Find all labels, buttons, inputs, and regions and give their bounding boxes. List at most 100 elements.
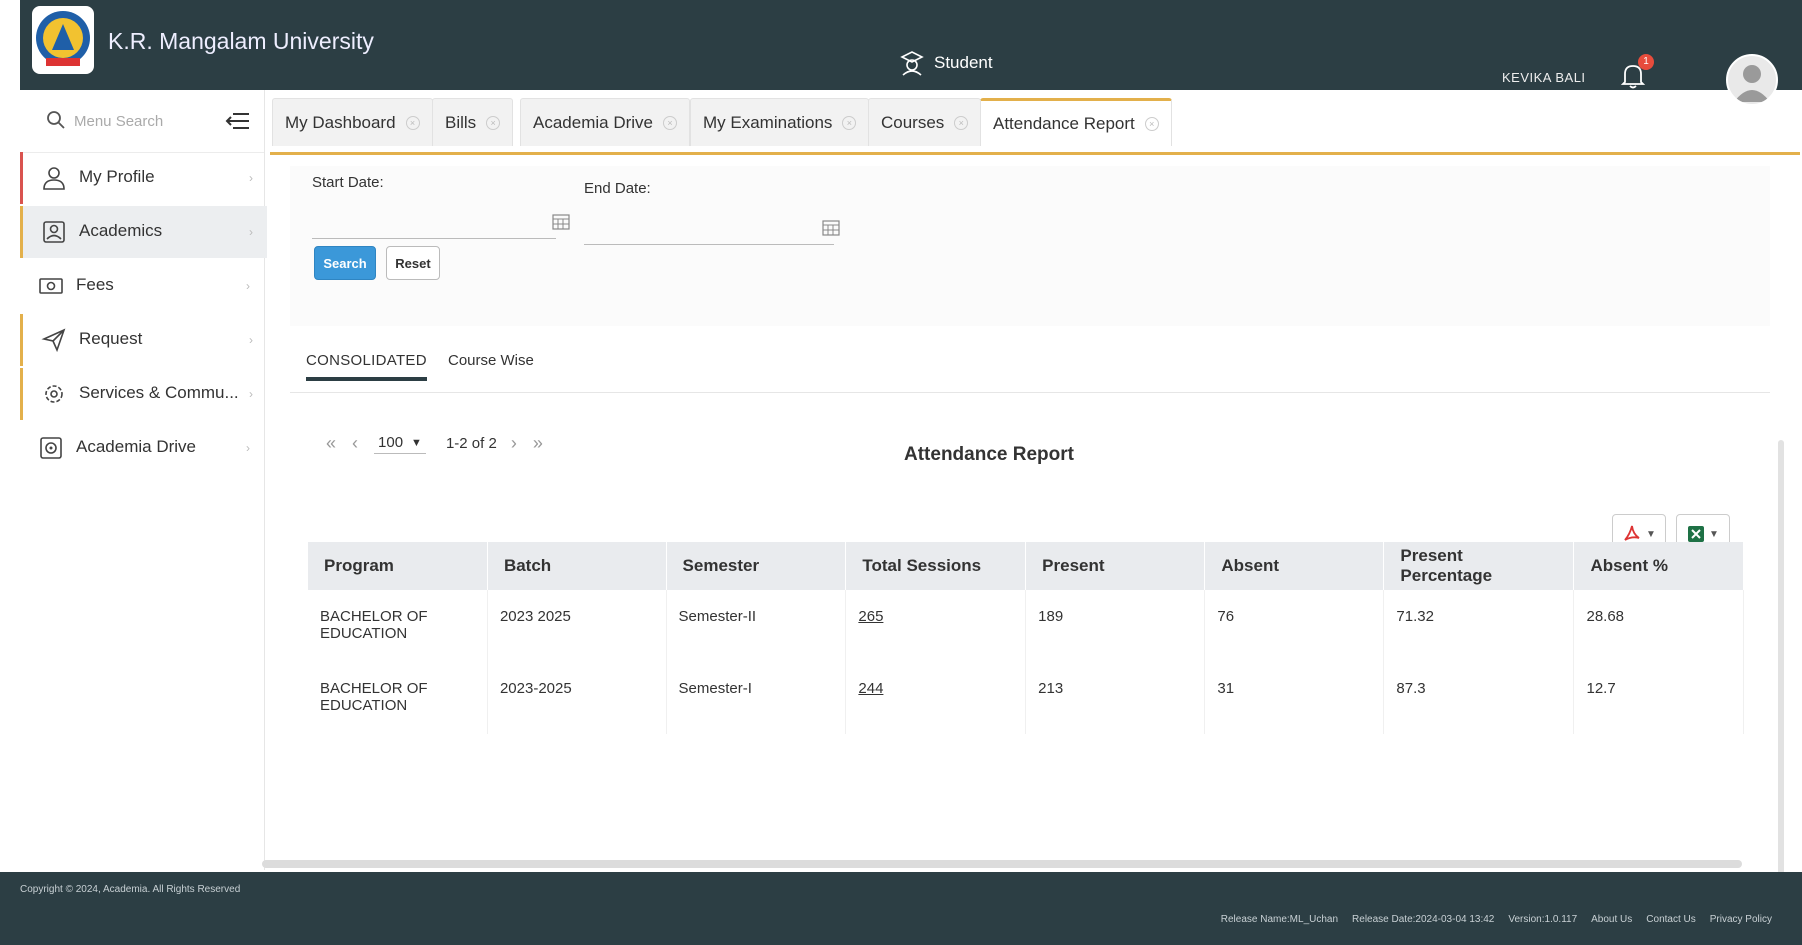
table-row: BACHELOR OF EDUCATION 2023 2025 Semester… xyxy=(308,590,1744,662)
sidebar-item-label: Fees xyxy=(76,275,114,294)
tab-label: My Examinations xyxy=(703,112,833,132)
search-button[interactable]: Search xyxy=(314,246,376,280)
start-date-input[interactable] xyxy=(312,206,556,239)
present-cell: 189 xyxy=(1025,590,1206,662)
page: K.R. Mangalam University Student KEVIKA … xyxy=(0,0,1802,945)
present-cell: 213 xyxy=(1025,662,1206,734)
batch-cell: 2023-2025 xyxy=(487,662,667,734)
tab-my-examinations[interactable]: My Examinations × xyxy=(690,98,870,146)
sidebar: My Profile › Academics › Fees › xyxy=(20,90,267,870)
sidebar-item-academics[interactable]: Academics › xyxy=(20,206,267,258)
program-cell: BACHELOR OF EDUCATION xyxy=(308,590,488,662)
chevron-right-icon: › xyxy=(249,225,253,239)
semester-cell: Semester-I xyxy=(666,662,847,734)
about-link[interactable]: About Us xyxy=(1591,914,1632,925)
total-sessions-link[interactable]: 265 xyxy=(858,608,883,625)
tab-label: Attendance Report xyxy=(993,113,1135,133)
contact-link[interactable]: Contact Us xyxy=(1646,914,1695,925)
tab-consolidated[interactable]: CONSOLIDATED xyxy=(306,352,427,381)
footer: Copyright © 2024, Academia. All Rights R… xyxy=(0,872,1802,945)
money-icon xyxy=(39,278,63,294)
program-cell: BACHELOR OF EDUCATION xyxy=(308,662,488,734)
column-header[interactable]: Absent % xyxy=(1573,542,1744,590)
privacy-link[interactable]: Privacy Policy xyxy=(1710,914,1772,925)
chevron-right-icon: › xyxy=(249,387,253,401)
calendar-icon[interactable] xyxy=(822,218,840,236)
column-header[interactable]: Absent xyxy=(1204,542,1385,590)
sidebar-item-my-profile[interactable]: My Profile › xyxy=(20,152,267,204)
sidebar-item-label: Request xyxy=(79,329,143,348)
end-date-label: End Date: xyxy=(584,180,651,197)
tab-label: Academia Drive xyxy=(533,112,653,132)
batch-cell: 2023 2025 xyxy=(487,590,667,662)
close-icon[interactable]: × xyxy=(486,115,501,130)
sidebar-item-label: Services & Commu... xyxy=(79,383,239,402)
sidebar-item-services[interactable]: Services & Commu... › xyxy=(20,368,267,420)
horizontal-scrollbar[interactable] xyxy=(262,860,1742,868)
search-icon xyxy=(47,111,65,129)
end-date-input[interactable] xyxy=(584,212,834,245)
absent-percentage-cell: 28.68 xyxy=(1573,590,1744,662)
divider xyxy=(290,392,1770,393)
university-logo-icon[interactable] xyxy=(32,6,94,74)
first-page-icon[interactable]: « xyxy=(326,433,336,454)
sidebar-item-request[interactable]: Request › xyxy=(20,314,267,366)
close-icon[interactable]: × xyxy=(1144,116,1159,131)
close-icon[interactable]: × xyxy=(663,115,677,130)
sidebar-item-academia-drive[interactable]: Academia Drive › xyxy=(20,422,264,474)
calendar-icon[interactable] xyxy=(552,212,570,230)
gear-icon xyxy=(45,385,63,403)
total-sessions-cell: 265 xyxy=(845,590,1027,662)
tab-course-wise[interactable]: Course Wise xyxy=(448,352,534,369)
page-range: 1-2 of 2 xyxy=(445,434,497,452)
user-name[interactable]: KEVIKA BALI xyxy=(1502,70,1586,85)
tab-bills[interactable]: Bills × xyxy=(432,98,514,146)
chevron-right-icon: › xyxy=(246,441,250,455)
chevron-down-icon: ▼ xyxy=(1646,528,1656,540)
menu-search-input[interactable] xyxy=(72,108,216,134)
tab-label: Courses xyxy=(881,112,945,132)
close-icon[interactable]: × xyxy=(842,115,857,130)
vertical-scrollbar[interactable] xyxy=(1778,440,1784,880)
absent-cell: 76 xyxy=(1204,590,1385,662)
total-sessions-link[interactable]: 244 xyxy=(858,680,883,697)
chevron-down-icon: ▼ xyxy=(1709,528,1719,540)
column-header[interactable]: Semester xyxy=(666,542,847,590)
collapse-menu-icon[interactable] xyxy=(224,110,250,132)
semester-cell: Semester-II xyxy=(666,590,847,662)
column-header[interactable]: Program xyxy=(308,542,488,590)
sidebar-item-fees[interactable]: Fees › xyxy=(20,260,264,312)
column-header[interactable]: Total Sessions xyxy=(845,542,1027,590)
column-header[interactable]: Present xyxy=(1025,542,1206,590)
id-card-icon xyxy=(43,221,65,243)
table-row: BACHELOR OF EDUCATION 2023-2025 Semester… xyxy=(308,662,1744,734)
role-label: Student xyxy=(934,53,993,72)
close-icon[interactable]: × xyxy=(405,115,420,130)
chevron-right-icon: › xyxy=(246,279,250,293)
next-page-icon[interactable]: › xyxy=(511,433,517,454)
column-header[interactable]: Present Percentage xyxy=(1383,542,1575,590)
university-name: K.R. Mangalam University xyxy=(108,28,374,54)
column-header[interactable]: Batch xyxy=(487,542,667,590)
table-header-row: Program Batch Semester Total Sessions Pr… xyxy=(308,542,1744,590)
tab-attendance-report[interactable]: Attendance Report × xyxy=(980,98,1172,146)
close-icon[interactable]: × xyxy=(954,115,969,130)
prev-page-icon[interactable]: ‹ xyxy=(352,433,358,454)
tab-my-dashboard[interactable]: My Dashboard × xyxy=(272,98,433,146)
page-size-select[interactable]: 100 ▼ xyxy=(374,432,426,454)
role-indicator: Student xyxy=(900,50,993,76)
sidebar-item-label: Academics xyxy=(79,221,163,240)
absent-percentage-cell: 12.7 xyxy=(1573,662,1744,734)
release-name: Release Name:ML_Uchan xyxy=(1220,914,1339,925)
reset-button[interactable]: Reset xyxy=(386,246,440,280)
app-header: K.R. Mangalam University Student KEVIKA … xyxy=(20,0,1802,106)
date-filter-panel: Start Date: End Date: Search Reset xyxy=(290,166,1770,326)
tab-courses[interactable]: Courses × xyxy=(868,98,982,146)
tab-academia-drive[interactable]: Academia Drive × xyxy=(520,98,690,146)
tab-label: Bills xyxy=(445,112,477,132)
page-size-value: 100 xyxy=(378,434,404,451)
release-date: Release Date:2024-03-04 13:42 xyxy=(1352,914,1495,925)
report-title: Attendance Report xyxy=(904,444,1074,465)
last-page-icon[interactable]: » xyxy=(533,433,543,454)
copyright-text: Copyright © 2024, Academia. All Rights R… xyxy=(20,884,241,895)
